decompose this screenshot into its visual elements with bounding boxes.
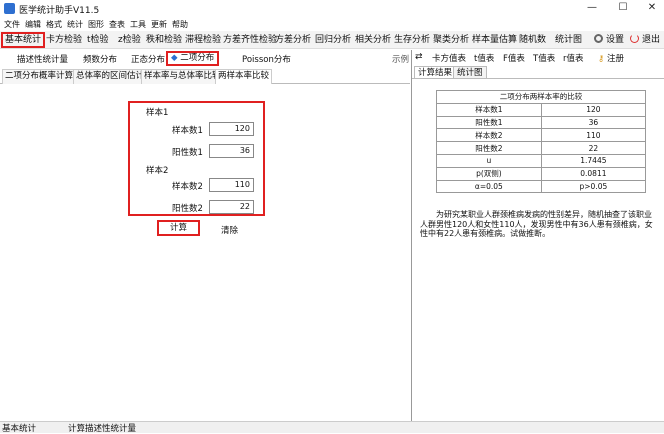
tab-rate-interval[interactable]: 总体率的区间估计 — [73, 69, 148, 84]
n2-input[interactable]: 110 — [209, 178, 254, 192]
table-row: α=0.05 p>0.05 — [436, 179, 647, 194]
toolbar-anova[interactable]: 方差分析 — [273, 33, 313, 47]
menu-graph[interactable]: 图形 — [88, 19, 104, 30]
table-row: u 1.7445 — [436, 153, 647, 168]
toolbar-z-test[interactable]: z检验 — [116, 33, 143, 47]
n2-label: 样本数2 — [172, 182, 203, 192]
toolbar-regression[interactable]: 回归分析 — [313, 33, 353, 47]
pos2-label: 阳性数2 — [172, 204, 203, 214]
r-table-button[interactable]: r值表 — [563, 52, 584, 64]
row-label: 阳性数2 — [436, 141, 542, 155]
subtab-frequency[interactable]: 频数分布 — [83, 53, 117, 65]
gear-icon — [594, 34, 603, 43]
pos1-input[interactable]: 36 — [209, 144, 254, 158]
menu-lookup[interactable]: 查表 — [109, 19, 125, 30]
row-label: 样本数2 — [436, 128, 542, 143]
logout-label: 退出 — [642, 35, 661, 45]
menu-help[interactable]: 帮助 — [172, 19, 188, 30]
toolbar-run-test[interactable]: 滞程检验 — [183, 33, 223, 47]
table-row: 样本数2 110 — [436, 128, 647, 143]
diamond-icon: ◆ — [171, 53, 178, 63]
problem-description: 为研究某职业人群颈椎病发病的性别差异，随机抽查了该职业人群男性120人和女性11… — [420, 210, 653, 238]
group1-label: 样本1 — [146, 108, 169, 118]
result-table-title: 二项分布两样本率的比较 — [436, 90, 646, 104]
t-table-button[interactable]: t值表 — [474, 52, 494, 64]
menu-edit[interactable]: 编辑 — [25, 19, 41, 30]
table-row: 样本数1 120 — [436, 102, 647, 117]
register-button[interactable]: ⚷ 注册 — [598, 52, 624, 64]
row-value: 36 — [540, 115, 647, 130]
row-value: 22 — [540, 141, 647, 155]
example-label[interactable]: 示例 — [392, 53, 409, 65]
maximize-button[interactable]: ☐ — [615, 2, 631, 13]
row-label: p(双侧) — [436, 166, 542, 181]
toolbar-cluster[interactable]: 聚类分析 — [431, 33, 471, 47]
menu-stats[interactable]: 统计 — [67, 19, 83, 30]
tab-two-sample-rates[interactable]: 两样本率比较 — [215, 69, 273, 84]
window-title: 医学统计助手V11.5 — [19, 6, 100, 16]
title-bar — [0, 0, 664, 18]
calculate-button[interactable]: 计算 — [157, 220, 200, 236]
row-label: 样本数1 — [436, 102, 542, 117]
menu-format[interactable]: 格式 — [46, 19, 62, 30]
row-label: u — [436, 153, 542, 168]
key-icon: ⚷ — [598, 54, 605, 64]
row-label: α=0.05 — [436, 179, 542, 194]
status-right: 计算描述性统计量 — [68, 424, 137, 434]
pos1-label: 阳性数1 — [172, 148, 203, 158]
row-value: 1.7445 — [540, 153, 647, 168]
T-table-button[interactable]: T值表 — [533, 52, 555, 64]
chi-table-button[interactable]: 卡方值表 — [432, 52, 466, 64]
menu-file[interactable]: 文件 — [4, 19, 20, 30]
toolbar-settings[interactable]: 设置 — [592, 33, 626, 47]
tab-binomial-probability[interactable]: 二项分布概率计算 — [2, 69, 77, 84]
toolbar-rank-sum[interactable]: 秩和检验 — [144, 33, 184, 47]
n1-label: 样本数1 — [172, 126, 203, 136]
f-table-button[interactable]: F值表 — [503, 52, 525, 64]
subtab-binomial-label: 二项分布 — [180, 53, 215, 63]
toolbar-chart[interactable]: 统计图 — [553, 33, 584, 47]
table-row: 阳性数2 22 — [436, 141, 647, 155]
toolbar-chi-square[interactable]: 卡方检验 — [44, 33, 84, 47]
menu-update[interactable]: 更新 — [151, 19, 167, 30]
group2-label: 样本2 — [146, 166, 169, 176]
menu-tools[interactable]: 工具 — [130, 19, 146, 30]
row-label: 阳性数1 — [436, 115, 542, 130]
toolbar-logout[interactable]: 退出 — [628, 33, 662, 47]
toolbar-sample-size[interactable]: 样本量估算 — [470, 33, 519, 47]
row-value: 0.0811 — [540, 166, 647, 181]
result-table: 二项分布两样本率的比较 样本数1 120 阳性数1 36 样本数2 110 阳性数2 2… — [436, 90, 647, 194]
row-value: 110 — [540, 128, 647, 143]
close-button[interactable]: ✕ — [644, 2, 660, 13]
toolbar-random[interactable]: 随机数 — [517, 33, 548, 47]
toolbar-t-test[interactable]: t检验 — [85, 33, 111, 47]
toolbar-survival[interactable]: 生存分析 — [392, 33, 432, 47]
input-group-box — [128, 101, 265, 216]
table-row: p(双侧) 0.0811 — [436, 166, 647, 181]
clear-button[interactable]: 清除 — [221, 224, 238, 236]
table-row: 阳性数1 36 — [436, 115, 647, 130]
subtab-binomial[interactable]: ◆ 二项分布 — [166, 51, 220, 66]
panel-divider[interactable] — [411, 50, 412, 421]
row-value: p>0.05 — [540, 179, 647, 194]
toolbar-variance-homogeneity[interactable]: 方差齐性检验 — [221, 33, 279, 47]
subtab-poisson[interactable]: Poisson分布 — [242, 53, 291, 65]
toolbar-correlation[interactable]: 相关分析 — [353, 33, 393, 47]
power-icon — [630, 34, 639, 43]
status-left: 基本统计 — [2, 424, 37, 434]
subtab-descriptive[interactable]: 描述性统计量 — [17, 53, 68, 65]
pos2-input[interactable]: 22 — [209, 200, 254, 214]
swap-icon[interactable]: ⇄ — [415, 52, 423, 62]
n1-input[interactable]: 120 — [209, 122, 254, 136]
toolbar-basic-stats[interactable]: 基本统计 — [1, 32, 46, 48]
app-icon — [4, 3, 15, 14]
subtab-normal[interactable]: 正态分布 — [131, 53, 165, 65]
settings-label: 设置 — [606, 35, 625, 45]
tab-underline — [412, 78, 664, 79]
row-value: 120 — [540, 102, 647, 117]
tab-sample-vs-population[interactable]: 样本率与总体率比较 — [141, 69, 224, 84]
register-label: 注册 — [606, 54, 624, 64]
minimize-button[interactable]: — — [584, 2, 600, 13]
